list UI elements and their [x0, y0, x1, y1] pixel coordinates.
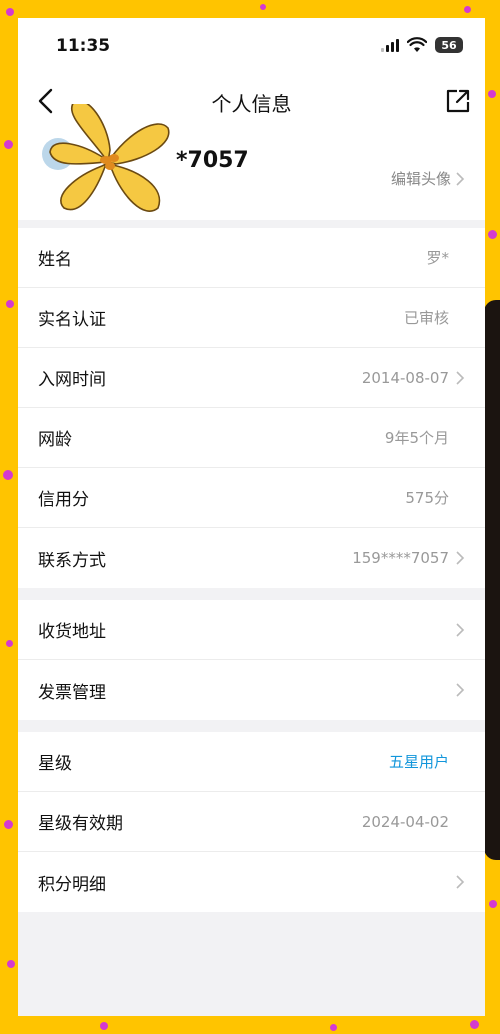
row-star-level: 星级 五星用户 [18, 732, 485, 792]
row-value: 罗* [426, 249, 449, 267]
decor-dot [488, 230, 497, 239]
star-level-section: 星级 五星用户 星级有效期 2024-04-02 积分明细 [18, 732, 485, 912]
chevron-right-icon [456, 171, 465, 186]
row-label: 入网时间 [38, 370, 106, 390]
decor-dot [489, 900, 497, 908]
decor-dot [260, 4, 266, 10]
chevron-right-icon [456, 551, 465, 565]
row-label: 网龄 [38, 430, 72, 450]
row-invoice-management[interactable]: 发票管理 [18, 660, 485, 720]
status-icons: 56 [381, 36, 463, 54]
row-label: 星级 [38, 754, 72, 774]
row-label: 发票管理 [38, 682, 106, 703]
decor-dot [464, 6, 471, 13]
row-label: 实名认证 [38, 310, 106, 330]
chevron-right-icon [456, 875, 465, 889]
row-network-join-date[interactable]: 入网时间 2014-08-07 [18, 348, 485, 408]
decor-dot [6, 300, 14, 308]
personal-info-section: 姓名 罗* 实名认证 已审核 入网时间 2014-08-07 网龄 9年5个月 … [18, 228, 485, 588]
row-value: 2014-08-07 [361, 368, 449, 387]
row-value: 9年5个月 [384, 429, 449, 447]
row-value: 575分 [405, 489, 449, 507]
flower-sticker-avatar [42, 104, 170, 212]
chevron-right-icon [456, 683, 465, 697]
row-value: 2024-04-02 [361, 812, 449, 831]
signal-icon [381, 38, 399, 52]
row-label: 姓名 [38, 250, 72, 270]
background-photo [484, 300, 500, 860]
chevron-right-icon [456, 622, 465, 637]
row-contact[interactable]: 联系方式 159****7057 [18, 528, 485, 588]
row-points-detail[interactable]: 积分明细 [18, 852, 485, 912]
wifi-icon [407, 37, 427, 52]
status-bar: 11:35 56 [18, 18, 485, 76]
row-label: 星级有效期 [38, 814, 123, 834]
row-real-name-verification: 实名认证 已审核 [18, 288, 485, 348]
row-credit-score: 信用分 575分 [18, 468, 485, 528]
chevron-right-icon [456, 370, 465, 385]
row-label: 信用分 [38, 490, 89, 510]
address-invoice-section: 收货地址 发票管理 [18, 600, 485, 720]
row-value: 159****7057 [352, 549, 449, 567]
row-network-age: 网龄 9年5个月 [18, 408, 485, 468]
row-value: 已审核 [403, 309, 449, 327]
row-label: 收货地址 [38, 622, 106, 642]
row-label: 联系方式 [38, 550, 106, 571]
status-time: 11:35 [56, 36, 111, 56]
edit-avatar-link[interactable]: 编辑头像 [391, 168, 465, 189]
avatar-row[interactable]: *7057 编辑头像 [18, 104, 485, 220]
star-level-value: 五星用户 [388, 753, 449, 771]
decor-dot [488, 90, 496, 98]
decor-dot [100, 1022, 108, 1030]
decor-dot [6, 640, 13, 647]
row-star-expiry: 星级有效期 2024-04-02 [18, 792, 485, 852]
decor-dot [7, 960, 15, 968]
row-label: 积分明细 [38, 874, 106, 895]
phone-screen: 11:35 56 个人信息 *7057 编辑头像 姓名 罗* 实名认证 已审核 … [18, 18, 485, 1016]
row-name: 姓名 罗* [18, 228, 485, 288]
decor-dot [6, 8, 14, 16]
decor-dot [330, 1024, 337, 1031]
row-shipping-address[interactable]: 收货地址 [18, 600, 485, 660]
edit-avatar-label: 编辑头像 [390, 170, 451, 188]
masked-phone-id: *7057 [176, 148, 249, 173]
share-icon[interactable] [443, 86, 473, 116]
decor-dot [3, 470, 13, 480]
decor-dot [4, 820, 13, 829]
decor-dot [470, 1020, 479, 1029]
battery-icon: 56 [435, 37, 463, 53]
decor-dot [4, 140, 13, 149]
